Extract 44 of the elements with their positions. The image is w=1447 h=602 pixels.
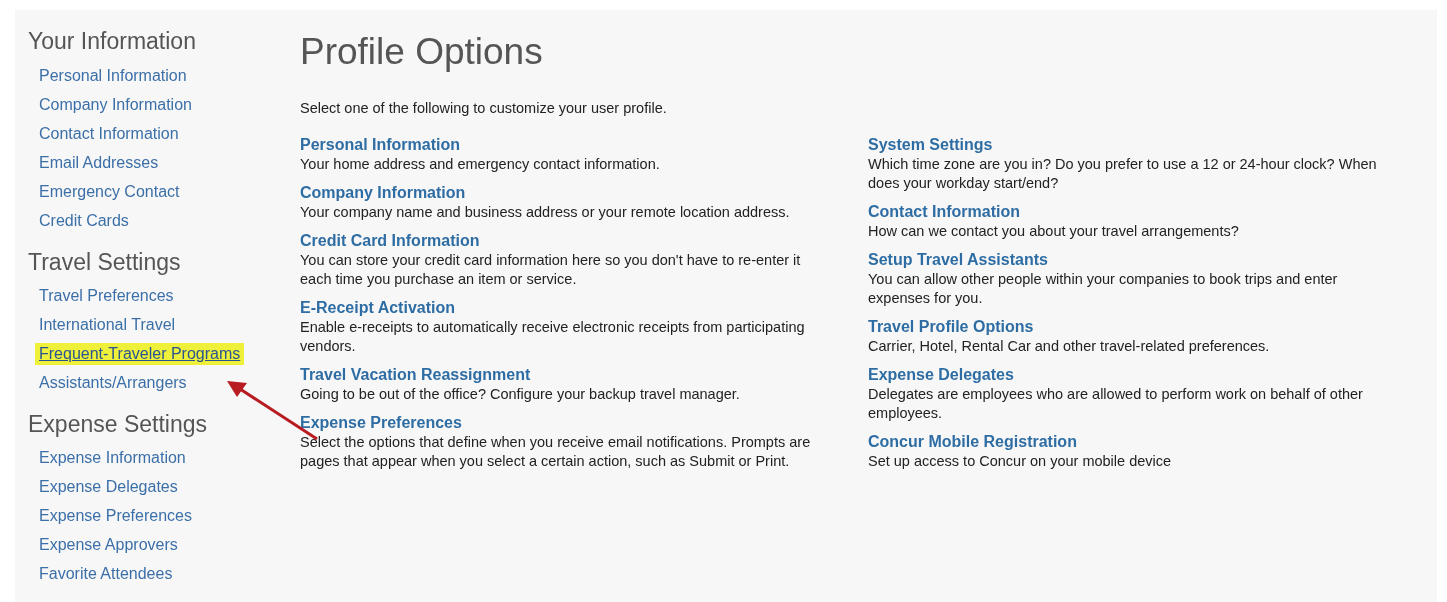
option-description: Delegates are employees who are allowed to perform work on behalf of other employees. <box>868 385 1364 423</box>
sidebar-link[interactable]: Expense Delegates <box>35 475 182 498</box>
sidebar-link[interactable]: Emergency Contact <box>35 180 184 203</box>
option-link[interactable]: Contact Information <box>868 201 1398 222</box>
section-heading: Expense Settings <box>28 410 208 439</box>
sidebar-link[interactable]: International Travel <box>35 313 180 336</box>
option-link[interactable]: Concur Mobile Registration <box>868 431 1398 452</box>
option-link[interactable]: E-Receipt Activation <box>300 297 830 318</box>
sidebar-link[interactable]: Expense Information <box>35 446 190 469</box>
option-description: Enable e-receipts to automatically receive electronic receipts from participating vendors. <box>300 318 806 356</box>
option-description: You can store your credit card information here so you don't have to re-enter it each time you purchase an item or service. <box>300 251 802 289</box>
sidebar-link[interactable]: Credit Cards <box>35 209 133 232</box>
sidebar-link[interactable]: Expense Preferences <box>35 504 196 527</box>
sidebar-link[interactable]: Favorite Attendees <box>35 562 177 585</box>
section-heading: Travel Settings <box>28 248 182 277</box>
option-link[interactable]: Personal Information <box>300 134 830 155</box>
option-description: Set up access to Concur on your mobile device <box>868 452 1173 471</box>
sidebar-link[interactable]: Assistants/Arrangers <box>35 371 191 394</box>
option-description: Select the options that define when you receive email notifications. Prompts are pages that appear when you select a certain action, such as Submit or Print. <box>300 433 812 471</box>
sidebar-link[interactable]: Frequent-Traveler Programs <box>35 342 245 365</box>
option-description: Carrier, Hotel, Rental Car and other travel-related preferences. <box>868 337 1271 356</box>
option-link[interactable]: Expense Preferences <box>300 412 830 433</box>
option-link[interactable]: Company Information <box>300 182 830 203</box>
option-link[interactable]: Expense Delegates <box>868 364 1398 385</box>
page-title: Profile Options <box>300 30 544 74</box>
option-link[interactable]: Travel Profile Options <box>868 316 1398 337</box>
sidebar-link[interactable]: Personal Information <box>35 64 191 87</box>
sidebar-link[interactable]: Company Information <box>35 93 196 116</box>
option-description: Your home address and emergency contact information. <box>300 155 661 174</box>
section-heading: Your Information <box>28 27 197 56</box>
sidebar-link[interactable]: Expense Approvers <box>35 533 182 556</box>
option-description: Your company name and business address or your remote location address. <box>300 203 791 222</box>
option-link[interactable]: Travel Vacation Reassignment <box>300 364 830 385</box>
option-description: Which time zone are you in? Do you prefer to use a 12 or 24-hour clock? When does your workday start/end? <box>868 155 1378 193</box>
sidebar-link[interactable]: Email Addresses <box>35 151 163 174</box>
option-link[interactable]: Credit Card Information <box>300 230 830 251</box>
option-description: You can allow other people within your companies to book trips and enter expenses for you. <box>868 270 1339 308</box>
option-description: How can we contact you about your travel arrangements? <box>868 222 1240 241</box>
option-link[interactable]: System Settings <box>868 134 1398 155</box>
option-description: Going to be out of the office? Configure your backup travel manager. <box>300 385 741 404</box>
sidebar-link[interactable]: Contact Information <box>35 122 183 145</box>
intro-text: Select one of the following to customize your user profile. <box>300 99 668 118</box>
sidebar-link[interactable]: Travel Preferences <box>35 284 178 307</box>
option-link[interactable]: Setup Travel Assistants <box>868 249 1398 270</box>
